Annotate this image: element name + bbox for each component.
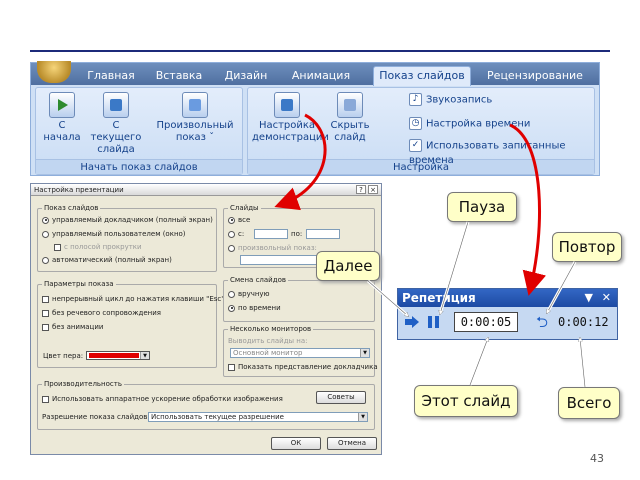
dropdown-arrow-icon: ▼ — [358, 413, 367, 421]
hide-slide-button[interactable]: Скрыть слайд — [328, 92, 372, 144]
pen-color-picker[interactable]: ▼ — [86, 351, 150, 360]
custom-show-button[interactable]: Произвольный показ ˇ — [150, 92, 240, 144]
pen-color-swatch — [89, 353, 139, 358]
radio-use-timings[interactable]: по времени — [228, 304, 281, 313]
from-current-slide-button[interactable]: С текущего слайда — [86, 92, 146, 156]
setup-show-icon — [274, 92, 300, 118]
record-narration-button[interactable]: ♪ Звукозапись — [409, 93, 492, 108]
slide-number: 43 — [590, 452, 604, 465]
monitor-select[interactable]: Основной монитор ▼ — [230, 348, 370, 358]
tab-animation[interactable]: Анимация — [281, 67, 361, 85]
callout-pause: Пауза — [447, 192, 517, 222]
radio-presenter[interactable]: управляемый докладчиком (полный экран) — [42, 216, 213, 225]
from-slide-input[interactable] — [254, 229, 288, 239]
custom-show-icon — [182, 92, 208, 118]
radio-custom-show[interactable]: произвольный показ: — [228, 244, 317, 253]
dropdown-arrow-icon: ▼ — [360, 349, 369, 357]
callout-total: Всего — [558, 387, 620, 419]
projector-icon — [103, 92, 129, 118]
checkbox-presenter-view[interactable]: Показать представление докладчика — [228, 363, 378, 372]
tab-review[interactable]: Рецензирование — [479, 67, 591, 85]
toolbar-menu-icon[interactable]: ▼ — [585, 289, 593, 307]
radio-all-slides[interactable]: все — [228, 216, 250, 225]
tab-slide-show[interactable]: Показ слайдов — [373, 66, 471, 86]
use-timings-checkbox[interactable]: ✓ Использовать записанные времена — [409, 139, 599, 168]
rehearsal-controls: 0:00:05 ⮌ 0:00:12 — [398, 307, 617, 339]
advance-slides-group: Смена слайдов вручную по времени — [223, 276, 375, 322]
radio-kiosk[interactable]: автоматический (полный экран) — [42, 256, 172, 265]
resolution-label: Разрешение показа слайдов: — [42, 413, 150, 421]
next-arrow-icon[interactable] — [404, 315, 419, 329]
callout-this-slide: Этот слайд — [414, 385, 518, 417]
show-type-group: Показ слайдов управляемый докладчиком (п… — [37, 204, 217, 272]
repeat-icon[interactable]: ⮌ — [534, 314, 550, 330]
callout-next: Далее — [316, 251, 380, 281]
clock-icon: ◷ — [409, 117, 422, 130]
pointer-this-slide-outline — [469, 338, 488, 386]
pointer-this-slide — [468, 337, 490, 386]
radio-individual[interactable]: управляемый пользователем (окно) — [42, 230, 186, 239]
to-label: по: — [291, 230, 303, 238]
powerpoint-ribbon: Главная Вставка Дизайн Анимация Показ сл… — [30, 61, 600, 176]
to-slide-input[interactable] — [306, 229, 340, 239]
close-button[interactable]: × — [368, 185, 378, 194]
ribbon-tab-strip: Главная Вставка Дизайн Анимация Показ сл… — [31, 61, 599, 86]
close-icon[interactable]: ✕ — [602, 289, 611, 307]
total-time-display: 0:00:12 — [558, 315, 609, 329]
hide-slide-icon — [337, 92, 363, 118]
radio-manual[interactable]: вручную — [228, 290, 269, 299]
pause-icon[interactable] — [428, 316, 440, 328]
checkbox-scrollbar[interactable]: с полосой прокрутки — [54, 243, 142, 252]
rehearsal-toolbar: Репетиция ▼ ✕ 0:00:05 ⮌ 0:00:12 — [397, 288, 618, 340]
rehearsal-title: Репетиция — [402, 291, 476, 305]
tab-insert[interactable]: Вставка — [149, 67, 209, 85]
dialog-titlebar: Настройка презентации ? × — [31, 184, 381, 196]
ok-button[interactable]: ОК — [271, 437, 321, 450]
office-button-icon[interactable] — [37, 61, 71, 83]
play-from-start-icon — [49, 92, 75, 118]
radio-slide-range[interactable]: с: — [228, 230, 244, 239]
dropdown-arrow-icon: ▼ — [140, 352, 149, 359]
checkmark-icon: ✓ — [409, 139, 422, 152]
slide-top-rule — [30, 50, 610, 52]
checkbox-loop[interactable]: непрерывный цикл до нажатия клавиши "Esc… — [42, 295, 225, 304]
pen-color-label: Цвет пера: — [43, 352, 84, 360]
dialog-title: Настройка презентации — [34, 186, 124, 194]
tab-home[interactable]: Главная — [81, 67, 141, 85]
pointer-total-outline — [580, 338, 586, 388]
group-label-start: Начать показ слайдов — [36, 159, 242, 174]
group-start-slide-show: С начала С текущего слайда Произвольный … — [35, 87, 243, 175]
resolution-select[interactable]: Использовать текущее разрешение ▼ — [148, 412, 368, 422]
sound-icon: ♪ — [409, 93, 422, 106]
setup-show-button[interactable]: Настройка демонстрации — [252, 92, 329, 144]
checkbox-hw-acceleration[interactable]: Использовать аппаратное ускорение обрабо… — [42, 395, 283, 404]
checkbox-no-animation[interactable]: без анимации — [42, 323, 103, 332]
tips-button[interactable]: Советы — [316, 391, 366, 404]
slide-time-field[interactable]: 0:00:05 — [454, 312, 518, 332]
cancel-button[interactable]: Отмена — [327, 437, 377, 450]
rehearse-timings-button[interactable]: ◷ Настройка времени — [409, 117, 530, 132]
show-on-label: Выводить слайды на: — [228, 337, 308, 345]
help-button[interactable]: ? — [356, 185, 366, 194]
performance-group: Производительность Использовать аппаратн… — [37, 380, 375, 430]
setup-show-dialog: Настройка презентации ? × Показ слайдов … — [30, 183, 382, 455]
rehearsal-titlebar: Репетиция ▼ ✕ — [398, 289, 617, 307]
tab-design[interactable]: Дизайн — [217, 67, 275, 85]
callout-repeat: Повтор — [552, 232, 622, 262]
multiple-monitors-group: Несколько мониторов Выводить слайды на: … — [223, 325, 378, 377]
pointer-total — [578, 337, 587, 388]
from-beginning-button[interactable]: С начала — [40, 92, 84, 144]
checkbox-no-narration[interactable]: без речевого сопровождения — [42, 309, 161, 318]
